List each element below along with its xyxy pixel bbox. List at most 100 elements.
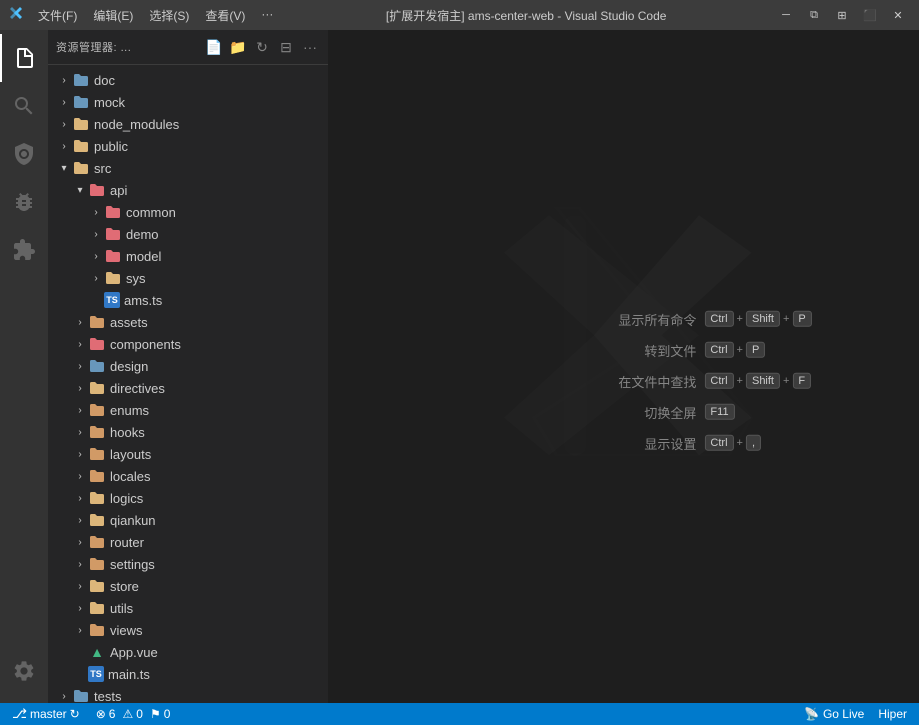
folder-icon-router <box>88 533 106 551</box>
new-file-button[interactable]: 📄 <box>204 37 224 57</box>
tree-item-src[interactable]: ▾ src <box>48 157 328 179</box>
menu-select[interactable]: 选择(S) <box>143 5 195 26</box>
hint-keys-0: Ctrl + Shift + P <box>704 311 811 327</box>
tree-item-layouts[interactable]: › layouts <box>48 443 328 465</box>
activity-bar <box>0 30 48 703</box>
item-label-doc: doc <box>94 73 115 88</box>
tree-item-ams_ts[interactable]: TS ams.ts <box>48 289 328 311</box>
activity-settings[interactable] <box>0 647 48 695</box>
activity-search[interactable] <box>0 82 48 130</box>
tree-item-api[interactable]: ▾ api <box>48 179 328 201</box>
item-label-tests: tests <box>94 689 121 704</box>
folder-arrow-directives: › <box>72 377 88 399</box>
folder-arrow-views: › <box>72 619 88 641</box>
key-badge: Ctrl <box>704 373 733 389</box>
item-label-directives: directives <box>110 381 165 396</box>
tree-item-enums[interactable]: › enums <box>48 399 328 421</box>
hint-row-0: 显示所有命令 Ctrl + Shift + P <box>576 309 811 328</box>
grid-button[interactable]: ⊞ <box>829 5 855 25</box>
tree-item-public[interactable]: › public <box>48 135 328 157</box>
folder-arrow-qiankun: › <box>72 509 88 531</box>
tree-item-store[interactable]: › store <box>48 575 328 597</box>
key-separator: + <box>737 344 743 356</box>
tree-item-sys[interactable]: › sys <box>48 267 328 289</box>
close-button[interactable]: ✕ <box>885 5 911 25</box>
activity-debug[interactable] <box>0 178 48 226</box>
key-badge: Ctrl <box>704 435 733 451</box>
tree-item-qiankun[interactable]: › qiankun <box>48 509 328 531</box>
tree-item-assets[interactable]: › assets <box>48 311 328 333</box>
more-actions-button[interactable]: ··· <box>300 37 320 57</box>
minimize-button[interactable]: ─ <box>773 5 799 25</box>
refresh-button[interactable]: ↻ <box>252 37 272 57</box>
editor-area: 显示所有命令 Ctrl + Shift + P 转到文件 Ctrl + P 在文… <box>328 30 919 703</box>
hiper-label: Hiper <box>878 707 907 721</box>
tree-item-main_ts[interactable]: TS main.ts <box>48 663 328 685</box>
tree-item-common[interactable]: › common <box>48 201 328 223</box>
restore-button[interactable]: ⧉ <box>801 5 827 25</box>
folder-icon-assets <box>88 313 106 331</box>
tree-item-directives[interactable]: › directives <box>48 377 328 399</box>
hint-keys-3: F11 <box>704 404 734 420</box>
tree-item-app_vue[interactable]: ▲ App.vue <box>48 641 328 663</box>
tree-item-tests[interactable]: › tests <box>48 685 328 703</box>
item-label-api: api <box>110 183 127 198</box>
error-number: 6 <box>109 707 116 721</box>
item-label-public: public <box>94 139 128 154</box>
info-icon: ⚑ <box>150 707 161 721</box>
go-live-button[interactable]: 📡 Go Live <box>798 703 870 725</box>
hiper-button[interactable]: Hiper <box>874 703 911 725</box>
activity-explorer[interactable] <box>0 34 48 82</box>
file-space-ams_ts <box>88 289 104 311</box>
tree-item-logics[interactable]: › logics <box>48 487 328 509</box>
warning-icon: ⚠ <box>122 707 133 721</box>
error-count[interactable]: ⊗ 6 ⚠ 0 ⚑ 0 <box>92 703 175 725</box>
tree-item-model[interactable]: › model <box>48 245 328 267</box>
tree-item-demo[interactable]: › demo <box>48 223 328 245</box>
hint-label-0: 显示所有命令 <box>576 309 696 328</box>
collapse-button[interactable]: ⊟ <box>276 37 296 57</box>
tree-item-design[interactable]: › design <box>48 355 328 377</box>
status-bar: ⎇ master ↻ ⊗ 6 ⚠ 0 ⚑ 0 📡 Go Live Hiper <box>0 703 919 725</box>
tree-item-utils[interactable]: › utils <box>48 597 328 619</box>
tree-item-settings[interactable]: › settings <box>48 553 328 575</box>
menu-more[interactable]: ··· <box>255 5 279 26</box>
snap-button[interactable]: ⬛ <box>857 5 883 25</box>
activity-git[interactable] <box>0 130 48 178</box>
menu-edit[interactable]: 编辑(E) <box>87 5 139 26</box>
new-folder-button[interactable]: 📁 <box>228 37 248 57</box>
tree-item-doc[interactable]: › doc <box>48 69 328 91</box>
folder-icon-components <box>88 335 106 353</box>
folder-arrow-design: › <box>72 355 88 377</box>
item-label-ams_ts: ams.ts <box>124 293 162 308</box>
folder-arrow-enums: › <box>72 399 88 421</box>
tree-item-locales[interactable]: › locales <box>48 465 328 487</box>
sidebar-actions[interactable]: 📄 📁 ↻ ⊟ ··· <box>204 37 320 57</box>
folder-arrow-model: › <box>88 245 104 267</box>
tree-item-router[interactable]: › router <box>48 531 328 553</box>
tree-item-node_modules[interactable]: › node_modules <box>48 113 328 135</box>
folder-icon-api <box>88 181 106 199</box>
folder-icon-store <box>88 577 106 595</box>
key-badge: F11 <box>704 404 734 420</box>
item-label-qiankun: qiankun <box>110 513 156 528</box>
ts-icon-main_ts: TS <box>88 666 104 682</box>
activity-extensions[interactable] <box>0 226 48 274</box>
window-title: [扩展开发宿主] ams-center-web - Visual Studio … <box>287 7 765 24</box>
error-icon: ⊗ <box>96 707 106 721</box>
menu-bar[interactable]: 文件(F) 编辑(E) 选择(S) 查看(V) ··· <box>32 5 279 26</box>
menu-file[interactable]: 文件(F) <box>32 5 83 26</box>
git-branch[interactable]: ⎇ master ↻ <box>8 703 84 725</box>
explorer-title: 资源管理器: ... <box>56 39 131 55</box>
hint-keys-2: Ctrl + Shift + F <box>704 373 811 389</box>
tree-item-components[interactable]: › components <box>48 333 328 355</box>
title-bar: 文件(F) 编辑(E) 选择(S) 查看(V) ··· [扩展开发宿主] ams… <box>0 0 919 30</box>
menu-view[interactable]: 查看(V) <box>199 5 251 26</box>
tree-item-views[interactable]: › views <box>48 619 328 641</box>
ts-icon-ams_ts: TS <box>104 292 120 308</box>
tree-item-mock[interactable]: › mock <box>48 91 328 113</box>
tree-item-hooks[interactable]: › hooks <box>48 421 328 443</box>
vue-icon-app_vue: ▲ <box>88 643 106 661</box>
window-controls[interactable]: ─ ⧉ ⊞ ⬛ ✕ <box>773 5 911 25</box>
item-label-node_modules: node_modules <box>94 117 179 132</box>
